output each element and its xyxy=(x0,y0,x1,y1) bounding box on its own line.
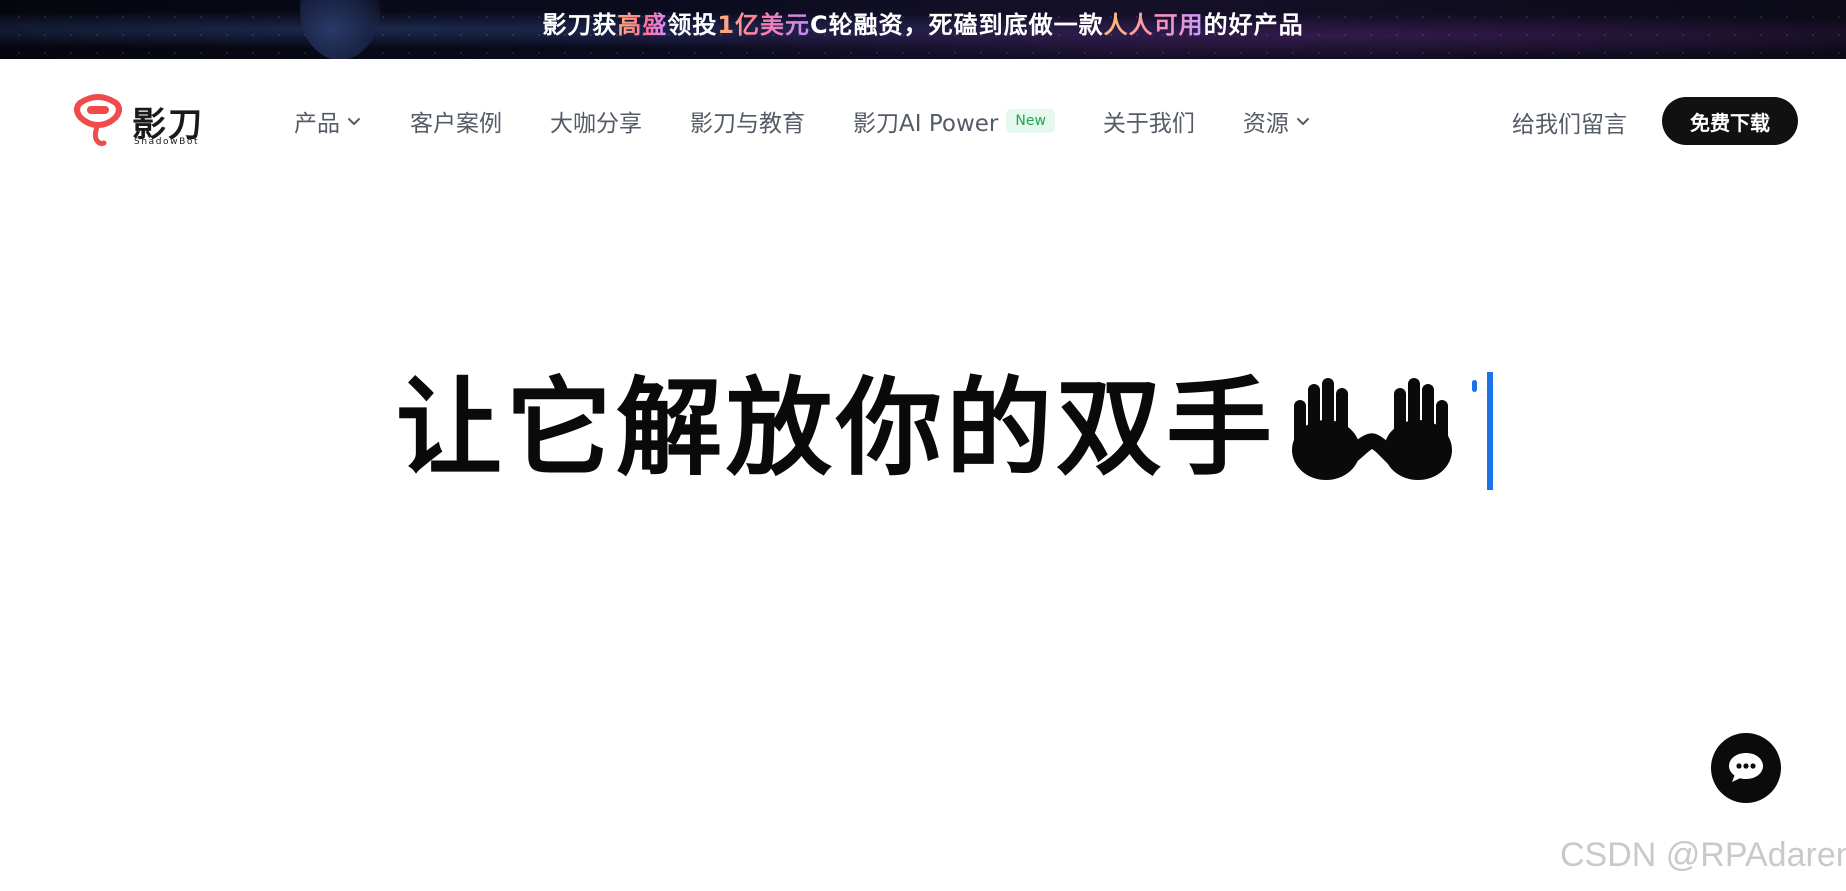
nav-item-label: 产品 xyxy=(294,111,340,137)
nav-item-expert-sharing[interactable]: 大咖分享 xyxy=(550,104,642,138)
brand-logo-subtitle: ShadowBot xyxy=(134,137,200,147)
banner-highlight-amount: 1亿美元 xyxy=(717,11,811,39)
csdn-watermark: CSDN @RPAdaren xyxy=(1560,836,1846,874)
nav-item-label: 关于我们 xyxy=(1102,111,1195,137)
promo-banner[interactable]: 影刀获高盛领投1亿美元C轮融资，死磕到底做一款人人可用的好产品 xyxy=(0,0,1846,59)
hands-icon xyxy=(1292,378,1452,480)
leave-message-link[interactable]: 给我们留言 xyxy=(1512,105,1627,139)
nav-item-customer-cases[interactable]: 客户案例 xyxy=(410,104,502,138)
free-download-button[interactable]: 免费下载 xyxy=(1662,97,1798,145)
nav-item-resources[interactable]: 资源 xyxy=(1243,104,1311,138)
shadowbot-logo-icon xyxy=(74,94,122,146)
chevron-down-icon xyxy=(1296,118,1309,125)
nav-item-label: 资源 xyxy=(1242,111,1289,137)
banner-text-part: C轮融资，死磕到底做一款 xyxy=(810,11,1104,39)
banner-text-part: 领投 xyxy=(667,11,718,39)
promo-banner-text[interactable]: 影刀获高盛领投1亿美元C轮融资，死磕到底做一款人人可用的好产品 xyxy=(0,0,1846,50)
nav-item-about-us[interactable]: 关于我们 xyxy=(1103,104,1195,138)
banner-text-part: 的好产品 xyxy=(1203,11,1304,39)
new-badge: New xyxy=(1006,109,1055,133)
hero-section: 让它解放你的双手 xyxy=(0,360,1846,500)
page: 影刀获高盛领投1亿美元C轮融资，死磕到底做一款人人可用的好产品 影刀 Shado… xyxy=(0,0,1846,891)
typing-cursor xyxy=(1487,372,1493,490)
nav-item-products[interactable]: 产品 xyxy=(294,104,362,138)
hero-title: 让它解放你的双手 xyxy=(396,367,1276,490)
nav-item-label: 客户案例 xyxy=(410,111,502,137)
site-header: 影刀 ShadowBot 产品 客户案例 大咖分享 影刀与教育 影刀AI Pow… xyxy=(0,59,1846,184)
nav-item-ai-power[interactable]: 影刀AI Power New xyxy=(853,104,1055,138)
nav-item-education[interactable]: 影刀与教育 xyxy=(690,104,805,138)
banner-highlight-investor: 高盛 xyxy=(617,11,668,39)
banner-highlight-slogan: 人人可用 xyxy=(1103,11,1204,39)
chat-bubble-icon xyxy=(1729,753,1763,782)
text-cursor-dot xyxy=(1472,380,1477,392)
nav-item-label: 影刀AI Power xyxy=(853,111,999,137)
chat-support-button[interactable] xyxy=(1711,733,1781,803)
nav-item-label: 大咖分享 xyxy=(550,111,642,137)
banner-text-part: 影刀获 xyxy=(542,11,618,39)
brand-logo[interactable]: 影刀 ShadowBot xyxy=(72,93,212,149)
chevron-down-icon xyxy=(348,118,360,125)
main-nav: 产品 客户案例 大咖分享 影刀与教育 影刀AI Power New 关于我们 资… xyxy=(294,103,1359,139)
nav-item-label: 影刀与教育 xyxy=(690,111,805,137)
